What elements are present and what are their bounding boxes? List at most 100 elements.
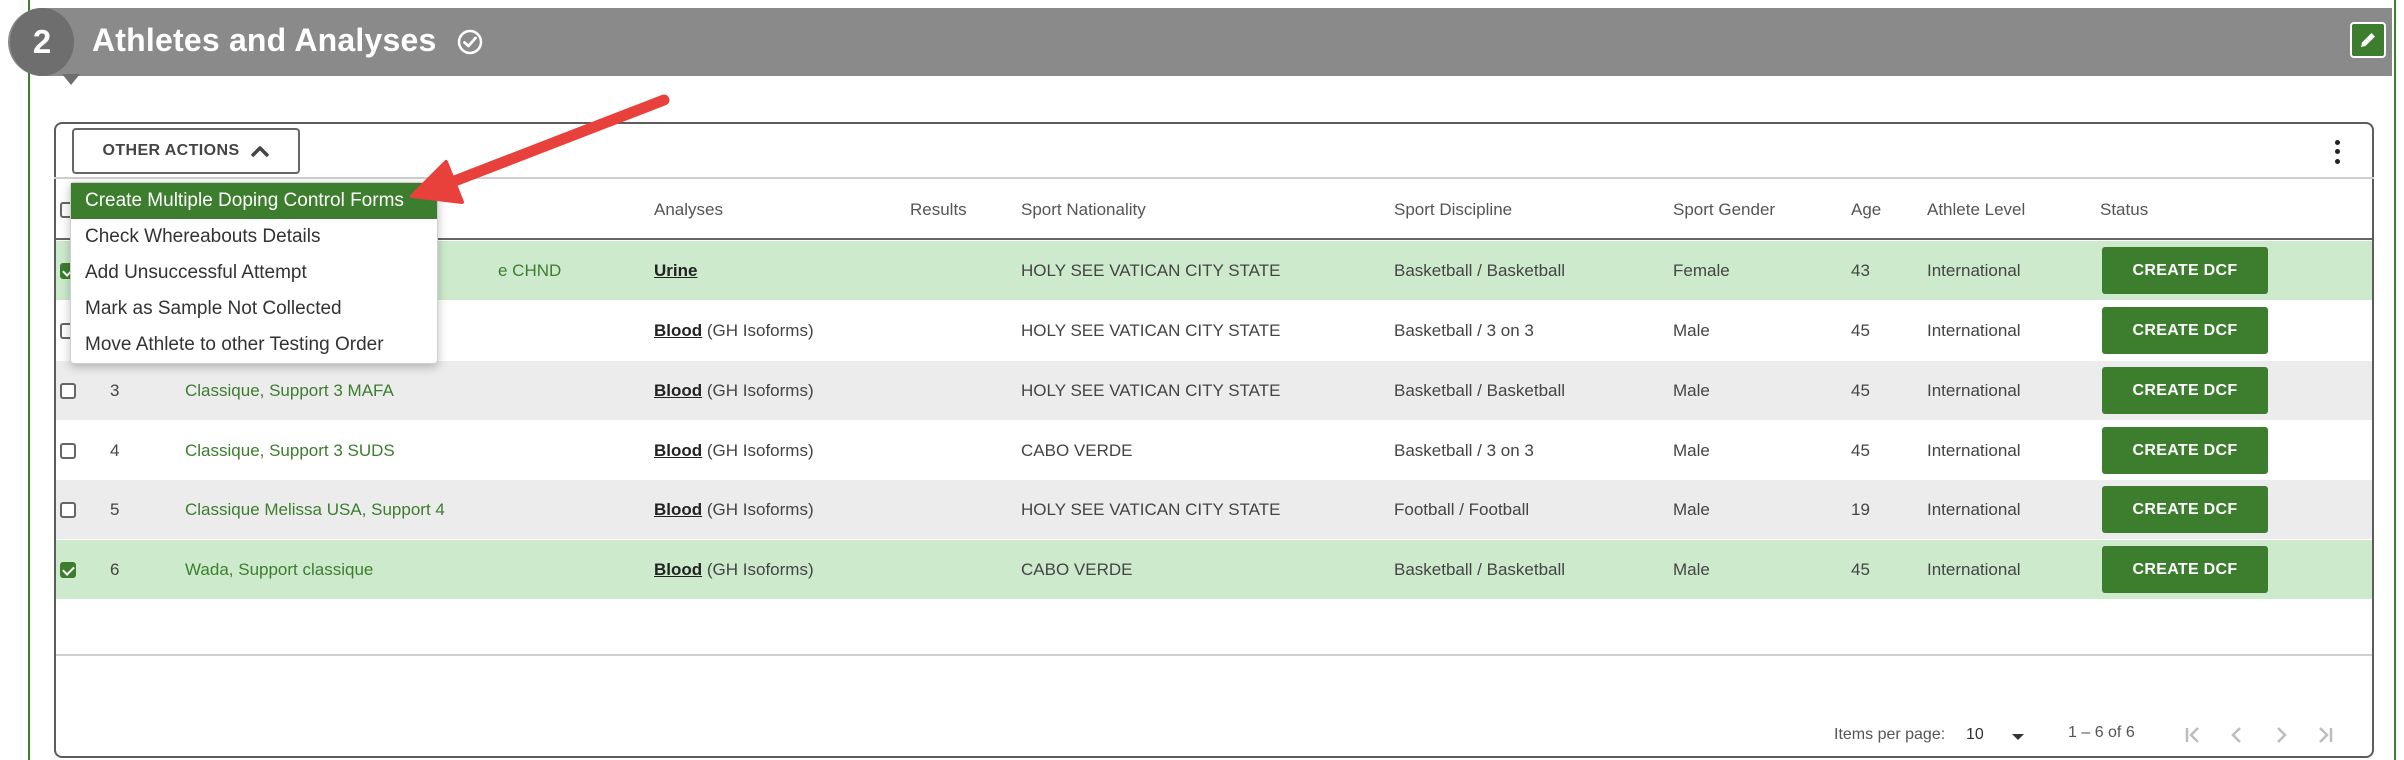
athlete-name-link[interactable]: Classique, Support 3 MAFA — [185, 381, 394, 401]
items-per-page-select[interactable]: 10 — [1966, 726, 1984, 744]
analysis-type-link[interactable]: Blood — [654, 441, 702, 460]
edit-section-button[interactable] — [2350, 22, 2386, 58]
create-dcf-button[interactable]: CREATE DCF — [2102, 367, 2268, 414]
athlete-level-cell: International — [1927, 560, 2021, 579]
row-checkbox[interactable] — [60, 562, 76, 578]
col-analyses[interactable]: Analyses — [654, 200, 723, 220]
create-dcf-button[interactable]: CREATE DCF — [2102, 307, 2268, 354]
sport-nationality-cell: HOLY SEE VATICAN CITY STATE — [1021, 381, 1281, 400]
create-dcf-button[interactable]: CREATE DCF — [2102, 486, 2268, 533]
analysis-cell: Blood (GH Isoforms) — [654, 500, 814, 520]
paginator-range: 1 – 6 of 6 — [2068, 724, 2135, 741]
athlete-level-cell: International — [1927, 321, 2021, 340]
table-row[interactable]: 6 Wada, Support classique Blood (GH Isofor… — [56, 540, 2372, 599]
col-age[interactable]: Age — [1851, 200, 1881, 220]
col-sport-gender[interactable]: Sport Gender — [1673, 200, 1775, 220]
age-cell: 45 — [1851, 441, 1870, 460]
analysis-type-link[interactable]: Blood — [654, 381, 702, 400]
table-row[interactable]: 4 Classique, Support 3 SUDS Blood (GH Isof… — [56, 421, 2372, 480]
create-dcf-button[interactable]: CREATE DCF — [2102, 546, 2268, 593]
menu-item-mark-sample-not-collected[interactable]: Mark as Sample Not Collected — [71, 291, 437, 327]
table-row[interactable]: 3 Classique, Support 3 MAFA Blood (GH Isof… — [56, 361, 2372, 420]
sport-gender-cell: Male — [1673, 441, 1710, 460]
menu-item-check-whereabouts[interactable]: Check Whereabouts Details — [71, 219, 437, 255]
section-title: Athletes and Analyses — [92, 22, 437, 58]
col-results[interactable]: Results — [910, 200, 967, 220]
row-index: 3 — [110, 381, 120, 400]
athlete-name-link[interactable]: e CHND — [498, 261, 561, 281]
age-cell: 19 — [1851, 500, 1870, 519]
chevron-right-icon — [2277, 727, 2287, 743]
row-checkbox[interactable] — [60, 443, 76, 459]
row-checkbox[interactable] — [60, 383, 76, 399]
col-sport-discipline[interactable]: Sport Discipline — [1394, 200, 1512, 220]
table-bottom-divider — [56, 654, 2372, 656]
analysis-cell: Blood (GH Isoforms) — [654, 441, 814, 461]
step-pointer — [62, 74, 80, 85]
other-actions-menu: Create Multiple Doping Control Forms Che… — [70, 182, 438, 364]
col-status[interactable]: Status — [2100, 200, 2148, 220]
sport-discipline-cell: Basketball / 3 on 3 — [1394, 321, 1534, 340]
athlete-name-link[interactable]: Classique, Support 3 SUDS — [185, 441, 395, 461]
first-page-button[interactable] — [2178, 720, 2208, 750]
more-options-icon[interactable] — [2330, 138, 2344, 166]
analysis-cell: Urine — [654, 261, 697, 281]
row-checkbox[interactable] — [60, 502, 76, 518]
toolbar-divider — [54, 177, 2374, 179]
analysis-detail: (GH Isoforms) — [706, 381, 814, 400]
table-row[interactable]: 5 Classique Melissa USA, Support 4 Blood (… — [56, 480, 2372, 539]
step-number-badge: 2 — [10, 8, 74, 76]
analysis-detail: (GH Isoforms) — [706, 560, 814, 579]
pencil-icon — [2361, 33, 2375, 47]
menu-item-move-athlete[interactable]: Move Athlete to other Testing Order — [71, 327, 437, 363]
athlete-level-cell: International — [1927, 381, 2021, 400]
menu-item-create-multiple-dcf[interactable]: Create Multiple Doping Control Forms — [71, 183, 437, 219]
sport-nationality-cell: CABO VERDE — [1021, 441, 1133, 460]
menu-item-add-unsuccessful-attempt[interactable]: Add Unsuccessful Attempt — [71, 255, 437, 291]
last-page-icon — [2319, 727, 2333, 743]
sport-nationality-cell: HOLY SEE VATICAN CITY STATE — [1021, 321, 1281, 340]
athlete-level-cell: International — [1927, 500, 2021, 519]
sport-nationality-cell: HOLY SEE VATICAN CITY STATE — [1021, 500, 1281, 519]
previous-page-button[interactable] — [2222, 720, 2252, 750]
create-dcf-button[interactable]: CREATE DCF — [2102, 427, 2268, 474]
row-index: 6 — [110, 560, 120, 579]
analysis-type-link[interactable]: Blood — [654, 560, 702, 579]
col-sport-nationality[interactable]: Sport Nationality — [1021, 200, 1146, 220]
row-index: 5 — [110, 500, 120, 519]
sport-gender-cell: Male — [1673, 321, 1710, 340]
sport-gender-cell: Male — [1673, 500, 1710, 519]
next-page-button[interactable] — [2266, 720, 2296, 750]
other-actions-label: OTHER ACTIONS — [102, 142, 240, 159]
athlete-level-cell: International — [1927, 261, 2021, 280]
analysis-type-link[interactable]: Blood — [654, 500, 702, 519]
sport-discipline-cell: Football / Football — [1394, 500, 1530, 519]
athlete-level-cell: International — [1927, 441, 2021, 460]
analysis-detail: (GH Isoforms) — [706, 321, 814, 340]
sport-discipline-cell: Basketball / Basketball — [1394, 381, 1566, 400]
col-athlete-level[interactable]: Athlete Level — [1927, 200, 2025, 220]
step-number: 2 — [32, 23, 52, 60]
caret-down-icon[interactable] — [2012, 734, 2024, 740]
sport-discipline-cell: Basketball / Basketball — [1394, 261, 1566, 280]
sport-gender-cell: Male — [1673, 560, 1710, 579]
last-page-button[interactable] — [2310, 720, 2340, 750]
chevron-up-icon — [250, 146, 269, 158]
analysis-cell: Blood (GH Isoforms) — [654, 381, 814, 401]
chevron-left-icon — [2231, 727, 2241, 743]
analysis-cell: Blood (GH Isoforms) — [654, 560, 814, 580]
age-cell: 43 — [1851, 261, 1870, 280]
age-cell: 45 — [1851, 560, 1870, 579]
other-actions-button[interactable]: OTHER ACTIONS — [72, 128, 300, 174]
first-page-icon — [2185, 727, 2199, 743]
analysis-type-link[interactable]: Urine — [654, 261, 697, 280]
athlete-name-link[interactable]: Wada, Support classique — [185, 560, 373, 580]
analysis-detail: (GH Isoforms) — [706, 500, 814, 519]
analysis-type-link[interactable]: Blood — [654, 321, 702, 340]
sport-nationality-cell: CABO VERDE — [1021, 560, 1133, 579]
sport-gender-cell: Male — [1673, 381, 1710, 400]
sport-discipline-cell: Basketball / 3 on 3 — [1394, 441, 1534, 460]
sport-gender-cell: Female — [1673, 261, 1730, 280]
athlete-name-link[interactable]: Classique Melissa USA, Support 4 — [185, 500, 445, 520]
create-dcf-button[interactable]: CREATE DCF — [2102, 247, 2268, 294]
